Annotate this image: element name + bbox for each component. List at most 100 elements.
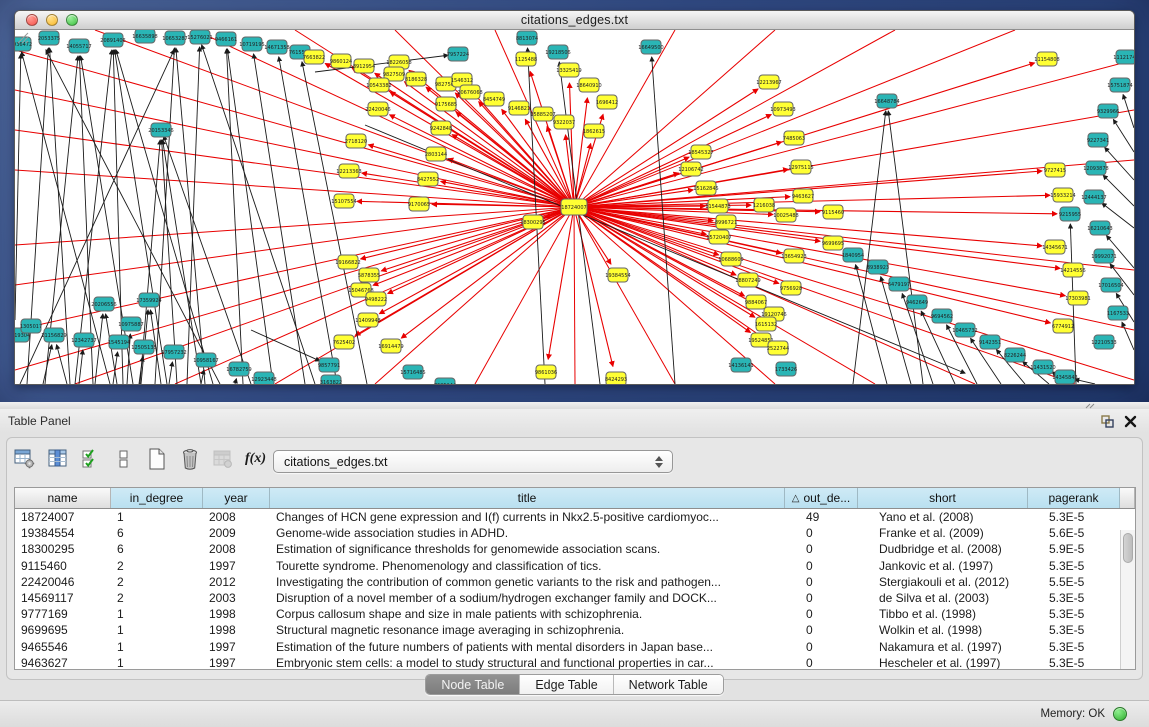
graph-node[interactable]: 11544873 bbox=[705, 199, 730, 213]
graph-node[interactable]: 10653287 bbox=[162, 31, 187, 45]
graph-node[interactable]: 8226244 bbox=[1004, 348, 1026, 362]
graph-node[interactable]: 13654923 bbox=[781, 249, 806, 263]
graph-node[interactable]: 15720407 bbox=[706, 230, 731, 244]
column-header-name[interactable]: name bbox=[15, 488, 111, 508]
graph-node[interactable]: 9227341 bbox=[1087, 133, 1109, 147]
column-header-in_degree[interactable]: in_degree bbox=[111, 488, 203, 508]
column-header-pagerank[interactable]: pagerank bbox=[1028, 488, 1120, 508]
column-header-out_de[interactable]: △out_de... bbox=[785, 488, 858, 508]
graph-node[interactable]: 17303981 bbox=[1065, 291, 1090, 305]
graph-node[interactable]: 7625402 bbox=[333, 335, 355, 349]
graph-node[interactable]: 1125488 bbox=[515, 52, 537, 66]
graph-node[interactable]: 7663822 bbox=[303, 50, 325, 64]
table-row[interactable]: 1830029562008Estimation of significance … bbox=[15, 541, 1135, 557]
graph-node[interactable]: 10958167 bbox=[193, 353, 218, 367]
canvas-resize-grip-icon[interactable] bbox=[15, 30, 29, 44]
graph-node[interactable]: 20891406 bbox=[100, 33, 125, 47]
graph-node[interactable]: 9142351 bbox=[979, 335, 1001, 349]
graph-node[interactable]: 19218506 bbox=[545, 45, 570, 59]
table-select-dropdown[interactable]: citations_edges.txt bbox=[273, 450, 673, 473]
graph-node[interactable]: 10719195 bbox=[239, 37, 264, 51]
graph-node[interactable]: 8454749 bbox=[483, 92, 505, 106]
graph-node[interactable]: 20206556 bbox=[91, 297, 116, 311]
table-row[interactable]: 969969511998Structural magnetic resonanc… bbox=[15, 622, 1135, 638]
import-table-icon[interactable] bbox=[212, 448, 234, 470]
graph-node[interactable]: 9727415 bbox=[1044, 163, 1066, 177]
graph-node[interactable]: 9329966 bbox=[1097, 104, 1119, 118]
graph-node[interactable]: 7485063 bbox=[783, 131, 805, 145]
graph-node[interactable]: 10465732 bbox=[952, 323, 977, 337]
graph-node[interactable]: 9175685 bbox=[435, 97, 457, 111]
graph-node[interactable]: 12213363 bbox=[336, 164, 361, 178]
unselect-all-icon[interactable] bbox=[113, 448, 135, 470]
graph-node[interactable]: 10973493 bbox=[770, 102, 795, 116]
column-visibility-icon[interactable] bbox=[47, 448, 69, 470]
graph-node[interactable]: 11154808 bbox=[1034, 52, 1059, 66]
graph-node[interactable]: 1840954 bbox=[842, 248, 864, 262]
graph-node[interactable]: 18300295 bbox=[520, 215, 545, 229]
graph-node[interactable]: 18640910 bbox=[576, 78, 601, 92]
tab-node-table[interactable]: Node Table bbox=[426, 675, 520, 694]
float-panel-icon[interactable] bbox=[1101, 415, 1115, 428]
column-header-short[interactable]: short bbox=[858, 488, 1028, 508]
graph-node[interactable]: 12106742 bbox=[678, 162, 703, 176]
graph-node[interactable]: 20676068 bbox=[457, 85, 482, 99]
graph-node[interactable]: 8996721 bbox=[715, 215, 737, 229]
graph-node[interactable]: 8424293 bbox=[605, 372, 627, 384]
table-row[interactable]: 946362711997Embryonic stem cells: a mode… bbox=[15, 655, 1135, 669]
graph-node[interactable]: 17957232 bbox=[161, 345, 186, 359]
graph-node[interactable]: 8938923 bbox=[867, 260, 889, 274]
graph-node[interactable]: 12444137 bbox=[1081, 190, 1106, 204]
table-scrollbar[interactable] bbox=[1120, 530, 1135, 669]
graph-node[interactable]: 9884067 bbox=[745, 295, 767, 309]
zoom-window-icon[interactable] bbox=[66, 14, 78, 26]
graph-node[interactable]: 9756928 bbox=[780, 281, 802, 295]
graph-node[interactable]: 7957224 bbox=[447, 47, 469, 61]
graph-node[interactable]: 14345843 bbox=[1052, 370, 1077, 384]
graph-node[interactable]: 1696412 bbox=[596, 95, 618, 109]
column-header-title[interactable]: title bbox=[270, 488, 785, 508]
graph-node[interactable]: 10975887 bbox=[118, 317, 143, 331]
network-canvas-svg[interactable]: 9936472205337514055717208914061663589810… bbox=[15, 30, 1134, 384]
graph-node[interactable]: 12213967 bbox=[756, 75, 781, 89]
graph-node[interactable]: 20153346 bbox=[148, 123, 173, 137]
delete-table-icon[interactable] bbox=[179, 448, 201, 470]
graph-node[interactable]: 9322037 bbox=[553, 115, 575, 129]
graph-node[interactable]: 2522744 bbox=[767, 341, 789, 355]
graph-node[interactable]: 9694562 bbox=[931, 309, 953, 323]
graph-node[interactable]: 1733426 bbox=[775, 362, 797, 376]
graph-node[interactable]: 17016504 bbox=[1098, 278, 1123, 292]
graph-node[interactable]: 11156829 bbox=[41, 328, 66, 342]
window-titlebar[interactable]: citations_edges.txt bbox=[15, 11, 1134, 30]
graph-node[interactable]: 18545327 bbox=[688, 145, 713, 159]
graph-node[interactable]: 15107554 bbox=[331, 194, 356, 208]
graph-node[interactable]: 18807249 bbox=[735, 273, 760, 287]
graph-node[interactable]: 8186328 bbox=[405, 72, 427, 86]
graph-node[interactable]: 14671358 bbox=[264, 40, 289, 54]
graph-node[interactable]: 9462649 bbox=[906, 295, 928, 309]
graph-node[interactable]: 1216038 bbox=[753, 198, 775, 212]
network-view-window[interactable]: citations_edges.txt 99364722053375140557… bbox=[14, 10, 1135, 385]
graph-node[interactable]: 2053375 bbox=[38, 31, 60, 45]
graph-node[interactable]: 11121744 bbox=[1113, 50, 1134, 64]
select-all-icon[interactable] bbox=[80, 448, 102, 470]
tab-network-table[interactable]: Network Table bbox=[614, 675, 723, 694]
graph-node[interactable]: 19992071 bbox=[1091, 249, 1116, 263]
graph-node[interactable]: 15933214 bbox=[1050, 188, 1075, 202]
tab-edge-table[interactable]: Edge Table bbox=[520, 675, 613, 694]
graph-node[interactable]: 1615132 bbox=[755, 317, 777, 331]
function-builder-icon[interactable]: f(x) bbox=[245, 451, 266, 467]
graph-node[interactable]: 14214556 bbox=[1060, 263, 1085, 277]
graph-node[interactable]: 12923448 bbox=[251, 372, 276, 384]
graph-node[interactable]: 9463627 bbox=[792, 189, 814, 203]
graph-node[interactable]: 19384554 bbox=[605, 268, 630, 282]
graph-node[interactable]: 9857791 bbox=[318, 358, 340, 372]
close-panel-icon[interactable] bbox=[1124, 415, 1137, 428]
graph-node[interactable]: 6774912 bbox=[1052, 319, 1074, 333]
graph-node[interactable]: 12505135 bbox=[131, 340, 156, 354]
table-row[interactable]: 946554611997Estimation of the future num… bbox=[15, 639, 1135, 655]
graph-node[interactable]: 14136141 bbox=[728, 358, 753, 372]
graph-node[interactable]: 10688609 bbox=[718, 252, 743, 266]
network-canvas[interactable]: 9936472205337514055717208914061663589810… bbox=[15, 30, 1134, 384]
graph-node[interactable]: 15716485 bbox=[400, 365, 425, 379]
